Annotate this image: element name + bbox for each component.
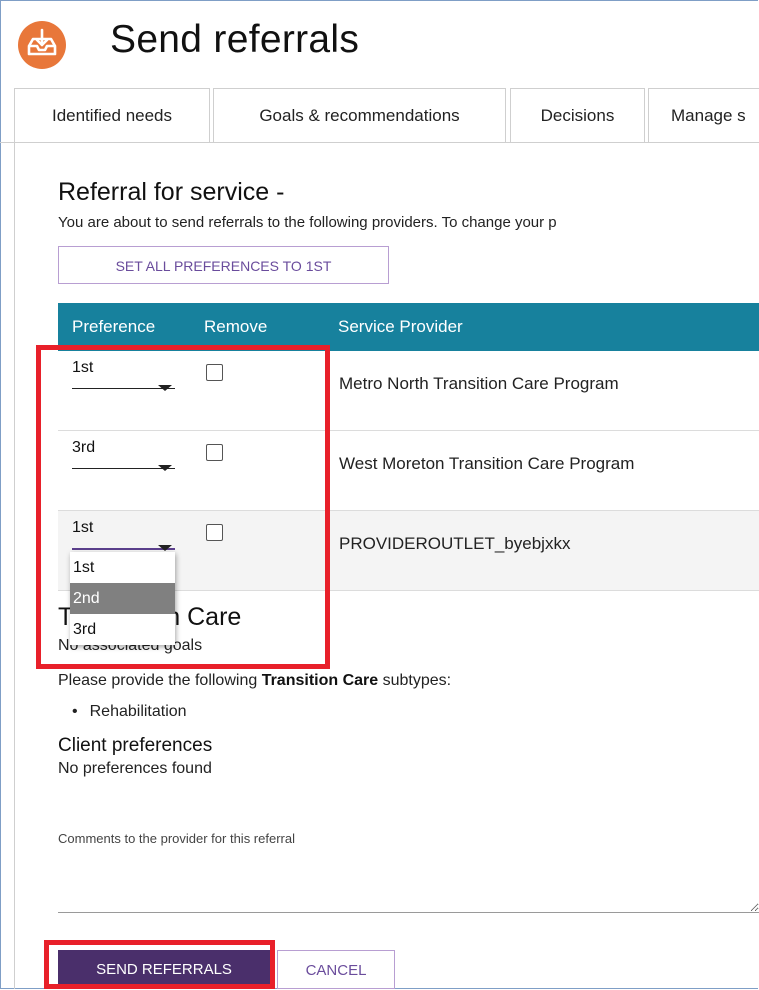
table-row: 1st Metro North Transition Care Program (58, 351, 759, 431)
dropdown-option-2nd[interactable]: 2nd (70, 583, 175, 614)
preference-value: 3rd (72, 439, 96, 456)
tab-bar: Identified needs Goals & recommendations… (0, 88, 759, 143)
transition-care-title-end: n Care (166, 603, 242, 631)
table-row: 3rd West Moreton Transition Care Program (58, 431, 759, 511)
dropdown-arrow-icon (158, 465, 172, 471)
subtype-list-item: • Rehabilitation (72, 703, 187, 720)
column-header-remove: Remove (204, 317, 268, 336)
comments-label: Comments to the provider for this referr… (58, 831, 295, 846)
dropdown-option-1st[interactable]: 1st (70, 552, 175, 583)
subtypes-bold: Transition Care (261, 672, 379, 689)
referral-instruction: You are about to send referrals to the f… (58, 214, 557, 231)
page-title: Send referrals (110, 18, 360, 61)
remove-checkbox[interactable] (206, 444, 223, 461)
send-referrals-logo-icon (18, 21, 66, 69)
provider-name: Metro North Transition Care Program (339, 374, 619, 393)
comments-input[interactable] (58, 852, 759, 913)
preference-dropdown-menu: 1st 2nd 3rd (70, 552, 175, 645)
column-header-preference: Preference (72, 317, 156, 336)
tab-manage-services[interactable]: Manage s (648, 88, 759, 142)
client-preferences-title: Client preferences (58, 735, 213, 756)
tab-identified-needs[interactable]: Identified needs (14, 88, 210, 142)
cancel-button[interactable]: CANCEL (277, 950, 395, 989)
client-preferences-text: No preferences found (58, 760, 212, 777)
dropdown-arrow-icon (158, 385, 172, 391)
referral-title: Referral for service - (58, 178, 285, 206)
subtypes-instruction: Please provide the following Transition … (58, 672, 452, 689)
bullet-icon: • (72, 703, 78, 720)
provider-name: PROVIDEROUTLET_byebjxkx (339, 534, 571, 553)
tab-goals-recommendations[interactable]: Goals & recommendations (213, 88, 506, 142)
remove-checkbox[interactable] (206, 524, 223, 541)
content-border (14, 142, 15, 989)
table-header: Preference Remove Service Provider (58, 303, 759, 351)
tab-decisions[interactable]: Decisions (510, 88, 645, 142)
preference-value: 1st (72, 359, 94, 376)
column-header-provider: Service Provider (338, 317, 463, 336)
dropdown-option-3rd[interactable]: 3rd (70, 614, 175, 645)
send-referrals-button[interactable]: SEND REFERRALS (58, 950, 270, 989)
dropdown-arrow-icon (158, 545, 172, 551)
preference-value: 1st (72, 519, 94, 536)
remove-checkbox[interactable] (206, 364, 223, 381)
provider-name: West Moreton Transition Care Program (339, 454, 635, 473)
set-all-preferences-button[interactable]: SET ALL PREFERENCES TO 1ST (58, 246, 389, 284)
